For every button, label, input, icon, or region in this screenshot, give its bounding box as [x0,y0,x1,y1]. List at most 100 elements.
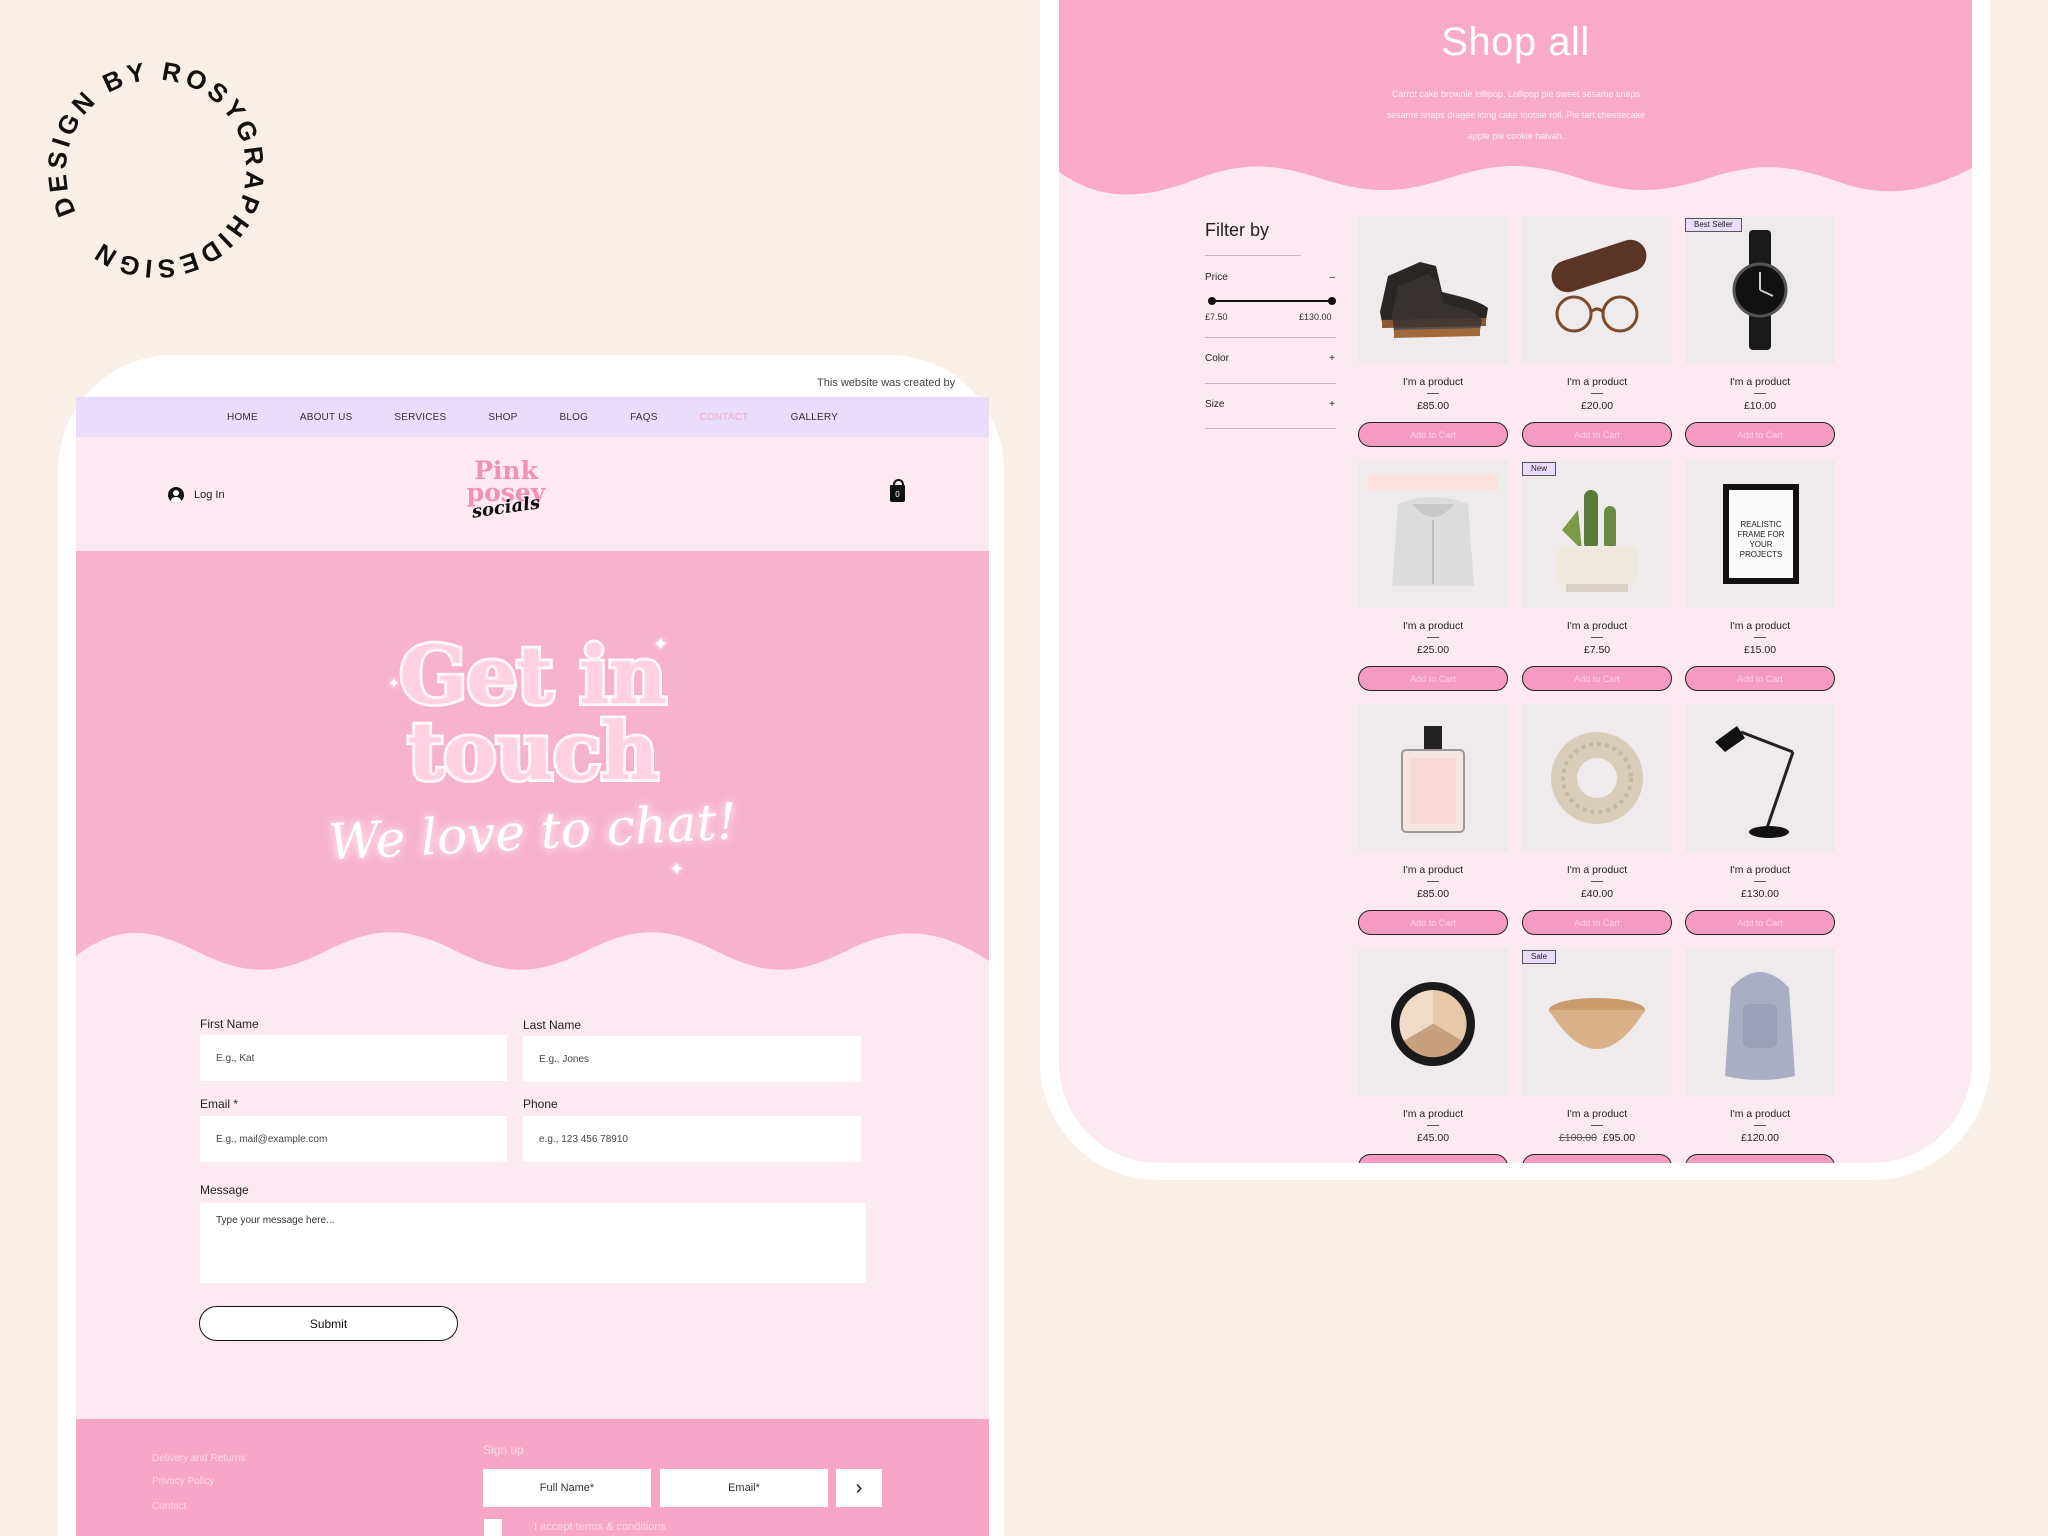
add-to-cart-button[interactable]: Add to Cart [1685,422,1835,447]
phone-input[interactable] [523,1116,861,1162]
add-to-cart-button[interactable]: Add to Cart [1358,1154,1508,1163]
add-to-cart-button[interactable]: Add to Cart [1358,910,1508,935]
product-card[interactable]: I'm a product £25.00 Add to Cart [1358,460,1508,691]
product-card[interactable]: I'm a product £85.00 Add to Cart [1358,704,1508,935]
product-name[interactable]: I'm a product [1522,1108,1672,1120]
product-card[interactable]: I'm a product £40.00 Add to Cart [1522,704,1672,935]
collapse-icon: – [1329,272,1335,283]
site-footer: Delivery and Returns Privacy Policy Cont… [76,1419,989,1536]
product-name[interactable]: I'm a product [1685,1108,1835,1120]
add-to-cart-button[interactable]: Add to Cart [1358,422,1508,447]
product-image[interactable] [1522,948,1672,1096]
product-image[interactable]: REALISTIC FRAME FOR YOUR PROJECTS [1685,460,1835,608]
signup-submit-arrow-icon[interactable]: › [836,1469,882,1507]
product-card[interactable]: I'm a product £120.00 Add to Cart [1685,948,1835,1163]
footer-link-contact[interactable]: Contact [152,1501,186,1512]
product-card[interactable]: I'm a product £130.00 Add to Cart [1685,704,1835,935]
product-name[interactable]: I'm a product [1685,376,1835,388]
price-min-handle[interactable] [1208,297,1216,305]
boot-icon [1380,262,1488,338]
filter-color-header[interactable]: Color + [1205,353,1335,364]
nav-about-us[interactable]: ABOUT US [279,412,374,423]
add-to-cart-button[interactable]: Add to Cart [1522,422,1672,447]
product-image[interactable] [1522,216,1672,364]
website-credit: This website was created by [817,377,956,389]
product-price: £130.00 [1741,888,1779,900]
price-range-slider[interactable] [1208,297,1336,305]
product-name[interactable]: I'm a product [1358,620,1508,632]
price-max-handle[interactable] [1328,297,1336,305]
submit-button[interactable]: Submit [199,1306,458,1341]
hoodie-icon [1368,474,1498,586]
divider [1427,637,1439,638]
product-name[interactable]: I'm a product [1358,376,1508,388]
first-name-input[interactable] [200,1035,507,1081]
product-name[interactable]: I'm a product [1358,1108,1508,1120]
price-max-value: £130.00 [1299,312,1332,322]
divider [1427,393,1439,394]
product-card[interactable]: Sale I'm a product £100.00 £95.00 Add to … [1522,948,1672,1163]
product-price: £25.00 [1416,644,1450,656]
nav-contact[interactable]: CONTACT [679,412,770,423]
product-name[interactable]: I'm a product [1522,864,1672,876]
nav-services[interactable]: SERVICES [373,412,467,423]
filter-size-header[interactable]: Size + [1205,399,1335,410]
add-to-cart-button[interactable]: Add to Cart [1685,1154,1835,1163]
product-price: £10.00 [1743,400,1777,412]
product-card[interactable]: Best Seller I'm a product £10.00 Add to … [1685,216,1835,447]
add-to-cart-button[interactable]: Add to Cart [1358,666,1508,691]
email-input[interactable] [200,1116,507,1162]
cart-icon[interactable]: 0 [890,479,905,502]
filter-price-header[interactable]: Price – [1205,272,1335,283]
nav-blog[interactable]: BLOG [539,412,610,423]
nav-home[interactable]: HOME [206,412,279,423]
signup-full-name-input[interactable] [483,1469,651,1507]
product-image[interactable] [1685,704,1835,852]
add-to-cart-button[interactable]: Add to Cart [1522,666,1672,691]
message-input[interactable] [200,1203,866,1283]
signup-email-input[interactable] [660,1469,828,1507]
product-name[interactable]: I'm a product [1358,864,1508,876]
add-to-cart-button[interactable]: Add to Cart [1522,910,1672,935]
expand-icon: + [1329,399,1335,410]
product-image[interactable] [1522,460,1672,608]
expand-icon: + [1329,353,1335,364]
nav-faqs[interactable]: FAQS [609,412,678,423]
product-image[interactable] [1358,948,1508,1096]
product-card[interactable]: I'm a product £20.00 Add to Cart [1522,216,1672,447]
product-price: £15.00 [1743,644,1777,656]
filter-title: Filter by [1205,220,1270,240]
shop-hero: Shop all Carrot cake brownie lollipop. L… [1059,0,1972,200]
product-image[interactable] [1685,216,1835,364]
nav-gallery[interactable]: GALLERY [770,412,859,423]
site-logo[interactable]: Pink posey socials [456,458,556,523]
backpack-icon [1725,972,1795,1080]
terms-checkbox[interactable] [484,1519,502,1536]
product-old-price: £100.00 [1558,1132,1597,1144]
product-name[interactable]: I'm a product [1685,620,1835,632]
product-card[interactable]: REALISTIC FRAME FOR YOUR PROJECTS I'm a … [1685,460,1835,691]
product-image[interactable] [1685,948,1835,1096]
nav-shop[interactable]: SHOP [467,412,538,423]
product-name[interactable]: I'm a product [1522,376,1672,388]
product-name[interactable]: I'm a product [1685,864,1835,876]
footer-link-delivery[interactable]: Delivery and Returns [152,1453,245,1464]
divider [1591,1125,1603,1126]
product-image[interactable] [1522,704,1672,852]
footer-link-privacy[interactable]: Privacy Policy [152,1476,214,1487]
last-name-input[interactable] [523,1036,861,1082]
product-tag: Best Seller [1685,218,1742,232]
add-to-cart-button[interactable]: Add to Cart [1685,910,1835,935]
product-name[interactable]: I'm a product [1522,620,1672,632]
product-image[interactable] [1358,216,1508,364]
product-card[interactable]: I'm a product £85.00 Add to Cart [1358,216,1508,447]
add-to-cart-button[interactable]: Add to Cart [1522,1154,1672,1163]
add-to-cart-button[interactable]: Add to Cart [1685,666,1835,691]
product-image[interactable] [1358,704,1508,852]
product-image[interactable] [1358,460,1508,608]
product-card[interactable]: New I'm a product £7.50 Add to Cart [1522,460,1672,691]
product-card[interactable]: I'm a product £45.00 Add to Cart [1358,948,1508,1163]
login-link[interactable]: Log In [168,487,225,503]
divider [1754,637,1766,638]
login-label: Log In [194,489,225,501]
